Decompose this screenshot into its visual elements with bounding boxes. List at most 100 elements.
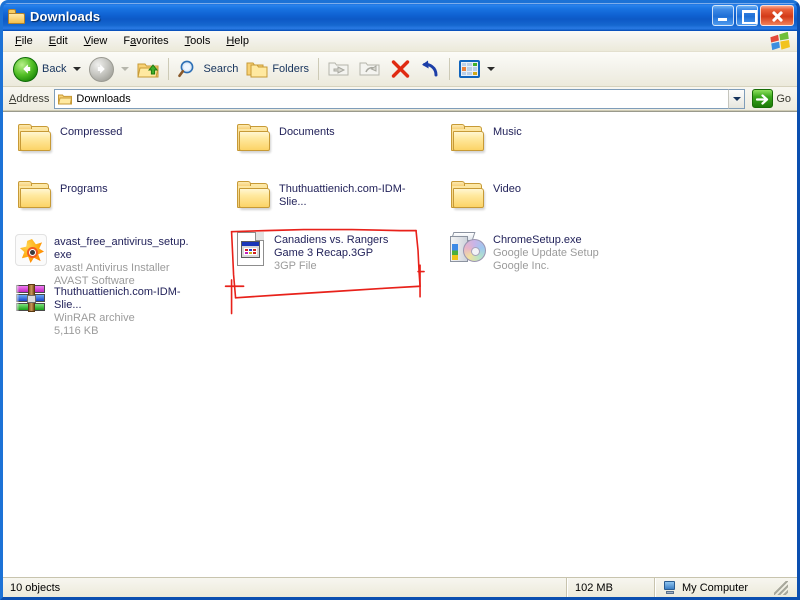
list-item[interactable]: Compressed	[17, 124, 122, 154]
item-name: Thuthuattienich.com-IDM-Slie...	[54, 286, 181, 311]
magnifier-icon	[178, 60, 194, 78]
status-location: My Computer	[655, 578, 797, 597]
toolbar-separator	[168, 58, 170, 80]
up-folder-icon	[137, 59, 160, 79]
folder-icon	[450, 124, 486, 154]
status-bar: 10 objects 102 MB My Computer	[3, 577, 797, 597]
forward-arrow-icon	[89, 56, 115, 82]
list-item[interactable]: ChromeSetup.exe Google Update Setup Goog…	[450, 232, 599, 273]
maximize-button[interactable]	[736, 5, 758, 26]
delete-button[interactable]	[386, 55, 415, 83]
toolbar-separator	[449, 58, 451, 80]
forward-button	[85, 55, 133, 83]
minimize-button[interactable]	[712, 5, 734, 26]
address-input[interactable]: Downloads	[54, 88, 729, 109]
folder-icon	[236, 124, 272, 154]
menu-item-favorites[interactable]: Favorites	[115, 33, 176, 50]
close-button[interactable]	[760, 5, 794, 26]
list-item[interactable]: Thuthuattienich.com-IDM-Slie...	[236, 181, 417, 211]
item-subtitle: avast! Antivirus Installer	[54, 262, 170, 274]
item-name: Canadiens vs. Rangers Game 3 Recap.3GP	[274, 234, 389, 259]
menu-item-edit[interactable]: Edit	[41, 33, 76, 50]
status-objects: 10 objects	[3, 578, 567, 597]
item-name: Programs	[60, 183, 108, 195]
copy-to-button	[355, 55, 386, 83]
go-arrow-icon	[752, 89, 774, 108]
window-title: Downloads	[30, 9, 101, 24]
folder-icon	[450, 181, 486, 211]
item-name: Thuthuattienich.com-IDM-Slie...	[279, 183, 406, 208]
go-label: Go	[776, 92, 791, 105]
status-size: 102 MB	[567, 578, 655, 597]
address-folder-icon	[58, 94, 73, 104]
menu-item-file[interactable]: File	[7, 33, 41, 50]
item-name: avast_free_antivirus_setup.exe	[54, 236, 189, 261]
item-subtitle: 3GP File	[274, 260, 317, 272]
title-bar[interactable]: Downloads	[3, 3, 797, 30]
resize-grip[interactable]	[774, 580, 788, 595]
file-list[interactable]: Compressed Documents Music Programs Thut…	[3, 111, 797, 577]
menu-item-tools[interactable]: Tools	[177, 33, 219, 50]
move-to-folder-icon	[328, 62, 349, 76]
menu-item-view[interactable]: View	[76, 33, 116, 50]
item-publisher: Google Inc.	[493, 260, 550, 272]
my-computer-icon	[663, 581, 677, 594]
folder-icon	[17, 124, 53, 154]
explorer-window: Downloads File Edit View Favorites Tools…	[0, 0, 800, 600]
list-item[interactable]: Documents	[236, 124, 335, 154]
avast-icon	[15, 234, 47, 266]
menu-bar: File Edit View Favorites Tools Help	[3, 31, 797, 52]
address-dropdown-button[interactable]	[728, 88, 746, 109]
item-subtitle: Google Update Setup	[493, 247, 599, 259]
title-folder-icon	[8, 9, 25, 24]
window-client-area: File Edit View Favorites Tools Help Back…	[3, 30, 797, 597]
item-name: Video	[493, 183, 521, 195]
item-name: Music	[493, 126, 522, 138]
address-bar: Address Downloads Go	[3, 87, 797, 111]
item-name: ChromeSetup.exe	[493, 234, 582, 246]
winrar-icon	[15, 284, 47, 314]
video-file-icon	[237, 232, 267, 266]
delete-x-icon	[391, 60, 410, 78]
folder-icon	[17, 181, 53, 211]
folders-button[interactable]: Folders	[242, 55, 313, 83]
forward-dropdown-icon	[121, 67, 130, 71]
undo-arrow-icon	[422, 60, 438, 77]
move-to-button	[324, 55, 355, 83]
list-item[interactable]: Thuthuattienich.com-IDM-Slie... WinRAR a…	[15, 284, 192, 338]
item-size: 5,116 KB	[54, 325, 99, 337]
item-subtitle: WinRAR archive	[54, 312, 135, 324]
item-name: Documents	[279, 126, 335, 138]
list-item[interactable]: Canadiens vs. Rangers Game 3 Recap.3GP 3…	[237, 232, 412, 273]
undo-button[interactable]	[415, 55, 444, 83]
item-name: Compressed	[60, 126, 123, 138]
views-button[interactable]	[455, 55, 499, 83]
list-item[interactable]: avast_free_antivirus_setup.exe avast! An…	[15, 234, 192, 288]
toolbar: Back Search Folders	[3, 52, 797, 87]
address-value: Downloads	[76, 92, 131, 105]
folders-label: Folders	[272, 63, 310, 75]
go-button[interactable]: Go	[752, 89, 791, 108]
menu-item-help[interactable]: Help	[218, 33, 257, 50]
list-item[interactable]: Video	[450, 181, 521, 211]
up-button[interactable]	[133, 55, 163, 83]
back-arrow-icon	[13, 56, 38, 82]
status-location-label: My Computer	[682, 581, 749, 594]
back-dropdown-icon[interactable]	[73, 67, 82, 71]
window-controls	[712, 5, 794, 26]
toolbar-separator	[318, 58, 320, 80]
back-button[interactable]: Back	[9, 55, 85, 83]
search-button[interactable]: Search	[174, 55, 242, 83]
windows-flag-logo	[767, 31, 793, 51]
address-label: Address	[9, 92, 50, 105]
folder-icon	[236, 181, 272, 211]
chevron-down-icon	[732, 96, 741, 101]
list-item[interactable]: Music	[450, 124, 522, 154]
search-label: Search	[203, 63, 239, 75]
views-icon	[459, 60, 481, 78]
list-item[interactable]: Programs	[17, 181, 108, 211]
views-dropdown-icon[interactable]	[487, 67, 496, 71]
copy-to-folder-icon	[359, 62, 380, 76]
setup-package-icon	[450, 232, 486, 264]
back-label: Back	[42, 63, 67, 75]
